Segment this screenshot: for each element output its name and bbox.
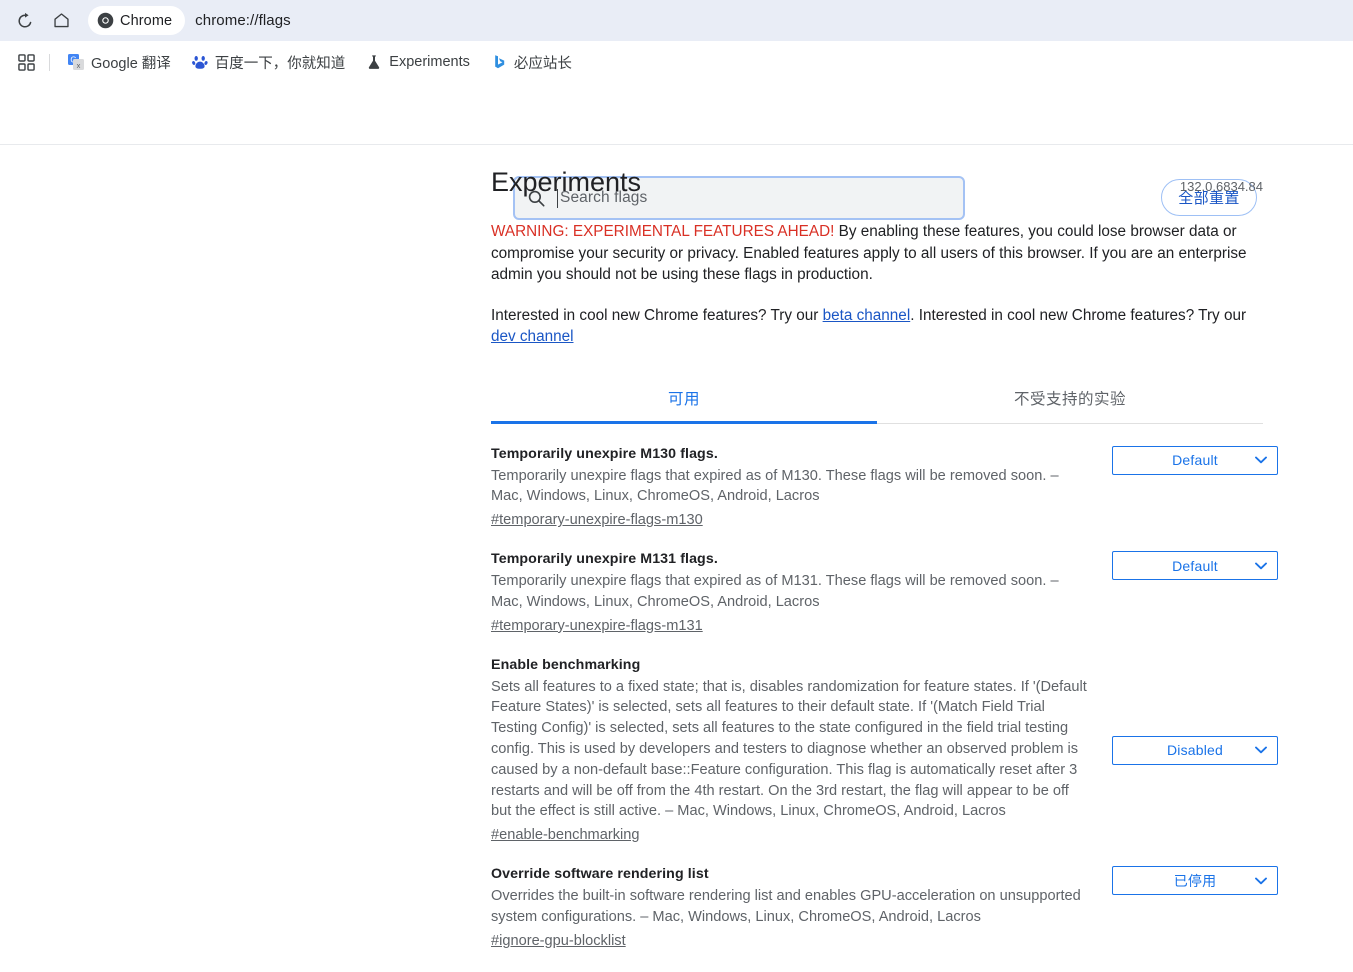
bookmark-label: Experiments [389,54,470,70]
chrome-logo-icon [97,12,114,29]
flag-control: Default [1112,551,1278,581]
browser-toolbar: Chrome chrome://flags [0,0,1353,41]
channel-text-1: Interested in cool new Chrome features? … [491,306,823,324]
flags-content: Experiments 132.0.6834.84 WARNING: EXPER… [0,145,1353,950]
channel-text-2: . Interested in cool new Chrome features… [910,306,1247,324]
flag-name: Temporarily unexpire M130 flags. [491,445,718,462]
flag-row: Override software rendering list Overrid… [491,844,1278,950]
chevron-down-icon [1255,877,1267,885]
flag-anchor-link[interactable]: #ignore-gpu-blocklist [491,933,626,949]
warning-paragraph: WARNING: EXPERIMENTAL FEATURES AHEAD! By… [491,221,1263,286]
title-row: Experiments 132.0.6834.84 [491,167,1263,198]
page-title: Experiments [491,167,642,197]
channel-paragraph: Interested in cool new Chrome features? … [491,305,1263,348]
omnibox[interactable]: Chrome chrome://flags [88,6,1343,36]
tab-available[interactable]: 可用 [491,376,877,424]
flag-row: Temporarily unexpire M131 flags. Tempora… [491,529,1278,635]
flag-select[interactable]: 已停用 [1112,866,1278,896]
home-icon [53,13,69,28]
google-translate-icon: G x [68,54,84,70]
apps-grid-icon [17,53,35,71]
bookmark-google-translate[interactable]: G x Google 翻译 [61,48,178,77]
chevron-down-icon [1255,456,1267,464]
flag-select-value: Default [1172,452,1218,468]
flag-select[interactable]: Default [1112,551,1278,581]
version-label: 132.0.6834.84 [1179,179,1263,194]
bookmark-baidu[interactable]: 百度一下，你就知道 [185,48,353,77]
dev-channel-link[interactable]: dev channel [491,328,574,345]
flag-control: Default [1112,445,1278,475]
flag-info: Temporarily unexpire M131 flags. Tempora… [491,551,1091,635]
flask-icon [369,55,380,69]
flag-control: Disabled [1112,735,1278,765]
flag-name: Enable benchmarking [491,656,641,673]
svg-text:x: x [77,61,81,70]
bookmarks-bar: G x Google 翻译 百度一下，你就知道 Experiments 必应站长 [0,41,1353,83]
bookmark-label: 百度一下，你就知道 [214,55,346,72]
flag-description: Overrides the built-in software renderin… [491,888,1081,926]
chrome-chip[interactable]: Chrome [88,6,186,35]
bookmarks-separator [49,53,50,71]
home-button[interactable] [46,6,76,36]
flag-description: Sets all features to a fixed state; that… [491,678,1087,820]
bookmark-experiments[interactable]: Experiments [359,50,477,74]
flags-search-header: Search flags 全部重置 [0,83,1353,220]
flag-control: 已停用 [1112,866,1278,896]
reload-icon [18,12,32,28]
chevron-down-icon [1255,747,1267,754]
baidu-paw-icon [191,56,208,69]
chevron-down-icon [1255,562,1267,569]
flag-anchor-link[interactable]: #temporary-unexpire-flags-m130 [491,512,703,528]
flag-anchor-link[interactable]: #temporary-unexpire-flags-m131 [491,618,703,634]
apps-grid-button[interactable] [12,49,40,75]
bing-icon [495,55,505,69]
bookmark-label: Google 翻译 [91,55,171,72]
flag-name: Override software rendering list [491,866,709,883]
flag-description: Temporarily unexpire flags that expired … [491,573,1059,610]
omnibox-url-text: chrome://flags [195,12,291,29]
tab-unsupported[interactable]: 不受支持的实验 [877,376,1263,423]
flag-name: Temporarily unexpire M131 flags. [491,551,718,568]
flag-row: Temporarily unexpire M130 flags. Tempora… [491,424,1278,530]
flag-select-value: Default [1172,557,1218,574]
bookmark-bing-webmaster[interactable]: 必应站长 [484,48,579,77]
flag-info: Override software rendering list Overrid… [491,866,1091,950]
flag-row: Enable benchmarking Sets all features to… [491,635,1278,845]
flag-select-value: 已停用 [1173,872,1217,889]
beta-channel-link[interactable]: beta channel [823,307,911,324]
flag-select[interactable]: Default [1112,445,1278,475]
bookmark-label: 必应站长 [513,55,572,72]
reload-button[interactable] [10,6,40,36]
warning-strong-text: WARNING: EXPERIMENTAL FEATURES AHEAD! [491,223,835,240]
chrome-chip-label: Chrome [120,12,173,29]
flag-info: Enable benchmarking Sets all features to… [491,657,1091,845]
flag-description: Temporarily unexpire flags that expired … [491,467,1059,505]
tabs: 可用 不受支持的实验 [491,376,1263,424]
flag-select[interactable]: Disabled [1112,735,1278,765]
flag-info: Temporarily unexpire M130 flags. Tempora… [491,446,1091,530]
flag-anchor-link[interactable]: #enable-benchmarking [491,827,639,843]
flag-select-value: Disabled [1166,742,1224,759]
